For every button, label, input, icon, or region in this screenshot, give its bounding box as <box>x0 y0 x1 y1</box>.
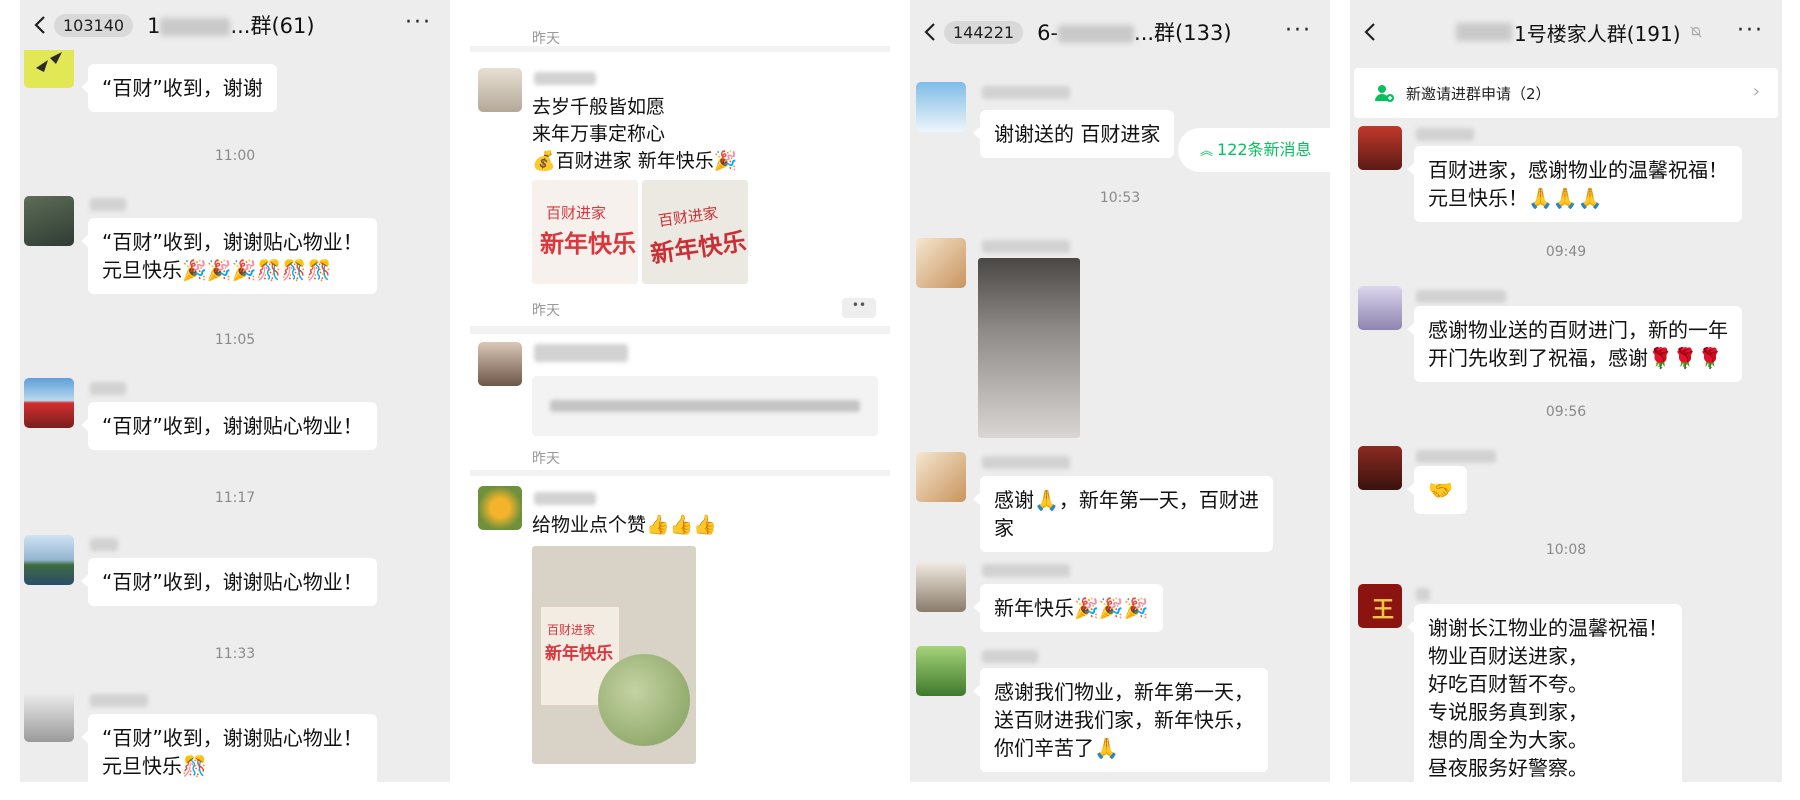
chat-screen-4: 1号楼家人群(191) ··· 新邀请进群申请（2） › 百财进家，感谢物业的温… <box>1350 0 1782 782</box>
chevron-right-icon: › <box>1752 81 1760 102</box>
message-bubble[interactable]: 谢谢长江物业的温馨祝福！ 物业百财送进家， 好吃百财暂不夸。 专说服务真到家， … <box>1407 604 1682 782</box>
post-time: 昨天 <box>532 303 560 319</box>
mute-bell-icon <box>1689 26 1702 38</box>
blurred-name <box>160 18 231 36</box>
more-options-icon[interactable]: ··· <box>405 10 432 35</box>
more-options-icon[interactable]: ··· <box>1285 18 1312 43</box>
sender-name <box>90 198 126 211</box>
timestamp: 09:56 <box>1545 404 1587 420</box>
message-bubble[interactable]: “百财”收到，谢谢贴心物业！ 元旦快乐🎉🎉🎉🎊🎊🎊 <box>81 218 377 294</box>
sender-name <box>90 694 148 707</box>
avatar[interactable] <box>1358 446 1402 490</box>
poster-name <box>534 344 628 362</box>
avatar[interactable] <box>916 562 966 612</box>
chat-header: 1号楼家人群(191) ··· <box>1350 0 1782 64</box>
double-up-arrow-icon: ︽ <box>1200 144 1214 159</box>
avatar[interactable] <box>24 535 74 585</box>
message-bubble[interactable]: “百财”收到，谢谢贴心物业！ <box>81 402 377 450</box>
message-bubble[interactable]: 新年快乐🎉🎉🎉 <box>973 584 1163 632</box>
avatar[interactable] <box>916 238 966 288</box>
post-time: 昨天 <box>532 31 560 47</box>
timestamp: 09:49 <box>1545 244 1587 260</box>
timestamp: 11:33 <box>214 646 256 662</box>
sender-name <box>982 456 1070 469</box>
post-photo[interactable]: 百财进家 新年快乐 <box>532 180 638 284</box>
message-bubble[interactable]: “百财”收到，谢谢 <box>81 64 277 112</box>
sender-name <box>90 382 126 395</box>
shared-link-card[interactable] <box>532 376 878 436</box>
avatar[interactable] <box>1358 126 1402 170</box>
post-photo[interactable]: 百财进家 新年快乐 <box>532 546 696 764</box>
message-bubble[interactable]: 百财进家，感谢物业的温馨祝福！ 元旦快乐！🙏🙏🙏 <box>1407 146 1742 222</box>
timestamp: 10:08 <box>1545 542 1587 558</box>
avatar[interactable] <box>478 342 522 386</box>
moments-feed: 昨天 去岁千般皆如愿 来年万事定称心 💰百财进家 新年快乐🎉 百财进家 新年快乐… <box>470 0 890 782</box>
join-request-banner[interactable]: 新邀请进群申请（2） › <box>1354 68 1778 118</box>
blurred-name <box>1456 23 1512 41</box>
message-bubble[interactable]: 感谢🙏，新年第一天，百财进 家 <box>973 476 1273 552</box>
avatar[interactable] <box>478 68 522 112</box>
timestamp: 10:53 <box>1099 190 1141 206</box>
sender-name <box>1416 450 1496 463</box>
join-request-text: 新邀请进群申请（2） <box>1406 84 1551 103</box>
avatar[interactable] <box>1358 286 1402 330</box>
comment-like-button[interactable]: •• <box>842 298 876 318</box>
sender-name <box>90 538 118 551</box>
avatar[interactable] <box>24 196 74 246</box>
avatar[interactable] <box>24 692 74 742</box>
chat-screen-3: 144221 6- ...群(133) ··· 谢谢送的 百财进家 ︽ 122条新消… <box>910 0 1330 782</box>
chat-title[interactable]: 1 ...群(61) <box>147 10 315 40</box>
sender-name <box>982 564 1070 577</box>
message-bubble[interactable]: 感谢物业送的百财进门，新的一年 开门先收到了祝福，感谢🌹🌹🌹 <box>1407 306 1742 382</box>
divider <box>470 470 890 476</box>
image-message[interactable] <box>978 258 1080 438</box>
unread-count-badge[interactable]: 144221 <box>944 20 1024 44</box>
timestamp: 11:05 <box>214 332 256 348</box>
avatar[interactable] <box>478 486 522 530</box>
avatar[interactable] <box>916 452 966 502</box>
link-title <box>550 400 860 412</box>
sender-name <box>982 86 1070 99</box>
timestamp: 11:17 <box>214 490 256 506</box>
avatar[interactable]: 王 <box>1358 584 1402 628</box>
more-options-icon[interactable]: ··· <box>1737 18 1764 43</box>
message-bubble[interactable]: 谢谢送的 百财进家 <box>972 110 1175 158</box>
new-messages-button[interactable]: ︽ 122条新消息 <box>1178 128 1330 172</box>
back-arrow-icon[interactable] <box>1358 19 1384 45</box>
message-bubble[interactable]: 感谢我们物业，新年第一天， 送百财进我们家，新年快乐， 你们辛苦了🙏 <box>973 668 1268 772</box>
post-text: 给物业点个赞👍👍👍 <box>532 514 717 536</box>
sender-name <box>982 650 1038 663</box>
chat-header: 103140 1 ...群(61) ··· <box>20 0 450 50</box>
message-bubble[interactable]: “百财”收到，谢谢贴心物业！ 元旦快乐🎊 <box>81 714 377 782</box>
sender-name <box>1416 128 1474 141</box>
message-bubble[interactable]: 🤝 <box>1407 466 1467 514</box>
sender-name <box>1416 290 1506 303</box>
avatar[interactable] <box>24 378 74 428</box>
chat-header: 144221 6- ...群(133) ··· <box>910 0 1330 64</box>
add-member-icon <box>1375 85 1394 102</box>
post-photo[interactable]: 百财进家 新年快乐 <box>642 180 748 284</box>
chat-title[interactable]: 6- ...群(133) <box>1037 17 1231 47</box>
unread-count-badge[interactable]: 103140 <box>54 13 134 37</box>
avatar[interactable] <box>916 82 966 132</box>
divider <box>470 326 890 334</box>
post-text: 去岁千般皆如愿 来年万事定称心 💰百财进家 新年快乐🎉 <box>532 96 738 172</box>
back-arrow-icon[interactable] <box>918 19 944 45</box>
avatar[interactable] <box>916 646 966 696</box>
sender-name <box>1416 588 1430 601</box>
message-bubble[interactable]: “百财”收到，谢谢贴心物业！ <box>81 558 377 606</box>
poster-name <box>534 492 596 505</box>
divider <box>470 46 890 52</box>
post-time: 昨天 <box>532 451 560 467</box>
sender-name <box>982 240 1070 253</box>
back-arrow-icon[interactable] <box>28 12 54 38</box>
timestamp: 11:00 <box>214 148 256 164</box>
chat-screen-1: 103140 1 ...群(61) ··· “百财”收到，谢谢 11:00 “百财… <box>20 0 450 782</box>
poster-name <box>534 72 596 85</box>
chat-title[interactable]: 1号楼家人群(191) <box>1514 18 1681 47</box>
blurred-name <box>1058 25 1135 43</box>
